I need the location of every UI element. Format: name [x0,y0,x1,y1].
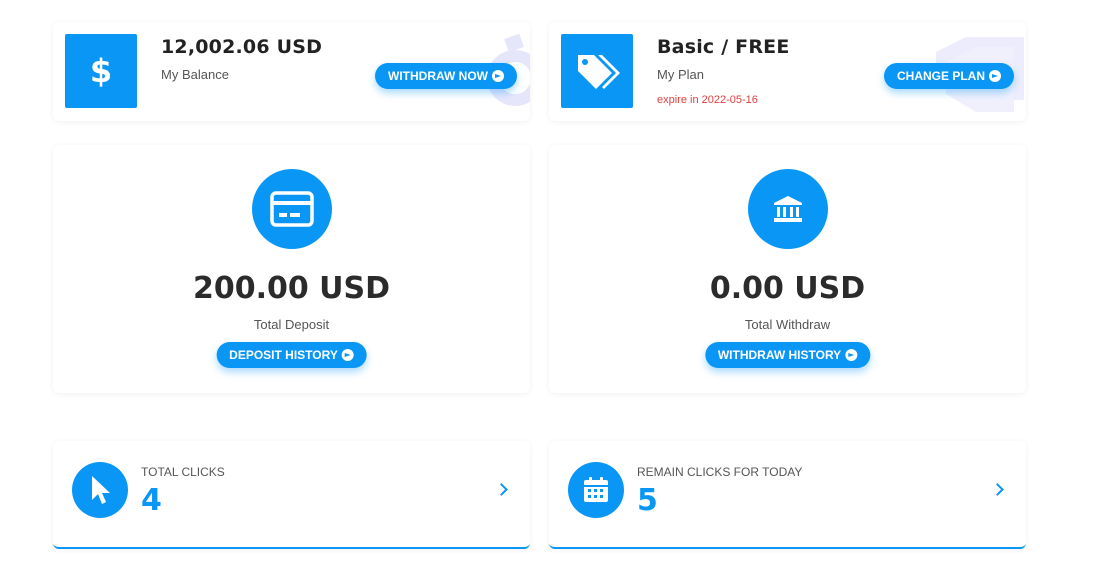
balance-card: $ 12,002.06 USD My Balance WITHDRAW NOW [53,22,530,121]
balance-label: My Balance [161,67,229,82]
change-plan-button[interactable]: CHANGE PLAN [884,63,1015,89]
plan-name: Basic / FREE [657,36,790,58]
arrow-circle-right-icon [989,70,1002,82]
tags-icon [578,55,620,89]
chevron-right-icon[interactable] [495,483,508,496]
chevron-right-icon[interactable] [991,483,1004,496]
total-deposit-label: Total Deposit [253,317,330,332]
balance-amount: 12,002.06 USD [161,36,323,58]
arrow-circle-right-icon [491,70,504,82]
deposit-history-button[interactable]: DEPOSIT HISTORY [216,342,367,368]
tags-tile [561,34,633,108]
change-plan-label: CHANGE PLAN [897,69,986,83]
remain-clicks-label: REMAIN CLICKS FOR TODAY [637,465,803,479]
plan-expire: expire in 2022-05-16 [657,94,758,106]
remain-clicks-value: 5 [637,483,658,518]
bank-icon [773,196,802,222]
clicks-icon-circle [72,462,128,518]
arrow-circle-right-icon [341,349,354,361]
credit-card-icon [269,191,314,227]
remain-icon-circle [568,462,624,518]
calendar-icon [584,477,608,502]
cursor-icon [92,476,110,504]
deposit-icon-circle [251,169,332,249]
total-clicks-card[interactable]: TOTAL CLICKS 4 [53,441,530,549]
total-clicks-label: TOTAL CLICKS [141,465,225,479]
withdraw-now-label: WITHDRAW NOW [388,69,488,83]
dollar-tile: $ [65,34,137,108]
withdraw-icon-circle [747,169,828,249]
remain-clicks-card[interactable]: REMAIN CLICKS FOR TODAY 5 [549,441,1026,549]
svg-text:$: $ [90,53,112,89]
arrow-circle-right-icon [845,349,858,361]
deposit-card: 200.00 USD Total Deposit DEPOSIT HISTORY [53,145,530,393]
total-withdraw-amount: 0.00 USD [709,271,866,306]
total-deposit-amount: 200.00 USD [192,271,391,306]
total-clicks-value: 4 [141,483,162,518]
withdraw-history-button[interactable]: WITHDRAW HISTORY [704,342,871,368]
withdraw-now-button[interactable]: WITHDRAW NOW [375,63,517,89]
withdraw-history-label: WITHDRAW HISTORY [717,348,842,362]
total-withdraw-label: Total Withdraw [744,317,831,332]
dollar-icon: $ [90,53,112,89]
plan-card: Basic / FREE My Plan expire in 2022-05-1… [549,22,1026,121]
withdraw-card: 0.00 USD Total Withdraw WITHDRAW HISTORY [549,145,1026,393]
plan-label: My Plan [657,67,704,82]
deposit-history-label: DEPOSIT HISTORY [229,348,338,362]
